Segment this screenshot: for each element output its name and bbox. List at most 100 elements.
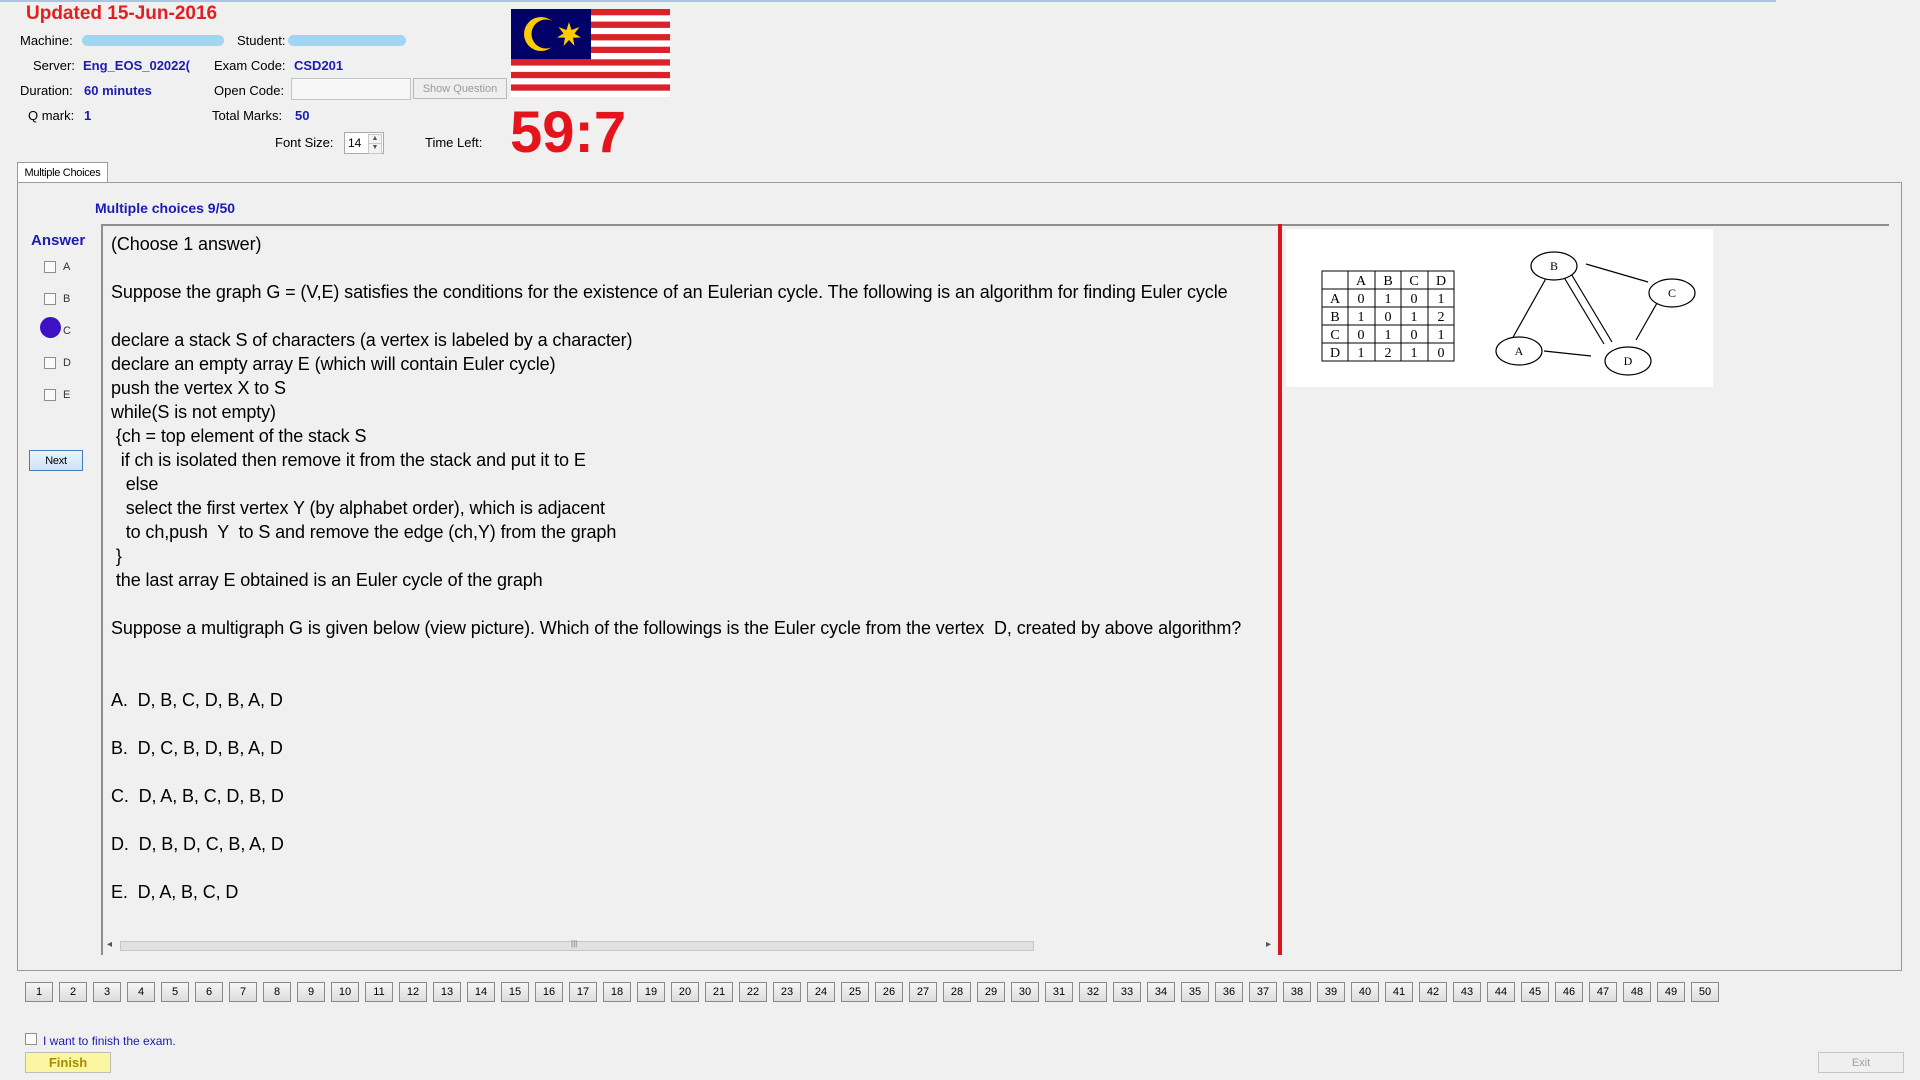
question-nav-button[interactable]: 9 [297, 982, 325, 1002]
question-nav-button[interactable]: 26 [875, 982, 903, 1002]
question-nav-button[interactable]: 17 [569, 982, 597, 1002]
matrix-cell: 0 [1358, 292, 1365, 307]
question-nav-button[interactable]: 18 [603, 982, 631, 1002]
question-nav-button[interactable]: 8 [263, 982, 291, 1002]
question-nav-button[interactable]: 24 [807, 982, 835, 1002]
matrix-col-b: B [1383, 274, 1392, 289]
question-nav-button[interactable]: 42 [1419, 982, 1447, 1002]
question-nav-button[interactable]: 25 [841, 982, 869, 1002]
server-value: Eng_EOS_02022( [83, 58, 190, 73]
question-nav-button[interactable]: 13 [433, 982, 461, 1002]
question-nav-button[interactable]: 31 [1045, 982, 1073, 1002]
open-code-input[interactable] [291, 78, 411, 100]
question-nav-button[interactable]: 7 [229, 982, 257, 1002]
spin-down-icon[interactable]: ▼ [368, 143, 382, 154]
answer-d-label: D [63, 357, 71, 369]
matrix-cell: 1 [1385, 292, 1392, 307]
total-marks-value: 50 [295, 108, 310, 123]
matrix-cell: 1 [1358, 310, 1365, 325]
question-nav-button[interactable]: 28 [943, 982, 971, 1002]
question-nav-button[interactable]: 39 [1317, 982, 1345, 1002]
splitter-bar[interactable] [1278, 224, 1282, 955]
tab-multiple-choices[interactable]: Multiple Choices [17, 162, 108, 183]
next-button[interactable]: Next [29, 450, 83, 471]
question-nav-button[interactable]: 34 [1147, 982, 1175, 1002]
matrix-cell: 2 [1385, 346, 1392, 361]
question-nav-button[interactable]: 3 [93, 982, 121, 1002]
question-nav-button[interactable]: 19 [637, 982, 665, 1002]
question-nav-button[interactable]: 50 [1691, 982, 1719, 1002]
matrix-col-a: A [1356, 274, 1367, 289]
answer-c-checkbox-selected[interactable] [40, 317, 61, 338]
question-nav-button[interactable]: 49 [1657, 982, 1685, 1002]
answer-d-checkbox[interactable] [44, 357, 56, 369]
question-nav-button[interactable]: 10 [331, 982, 359, 1002]
font-size-label: Font Size: [275, 135, 334, 150]
matrix-cell: 1 [1438, 292, 1445, 307]
total-marks-label: Total Marks: [212, 108, 283, 123]
question-nav-button[interactable]: 14 [467, 982, 495, 1002]
matrix-cell: 1 [1438, 328, 1445, 343]
font-size-spinner[interactable]: 14 ▲ ▼ [344, 132, 384, 154]
question-nav-button[interactable]: 1 [25, 982, 53, 1002]
matrix-row-c-label: C [1330, 328, 1339, 343]
question-nav-button[interactable]: 48 [1623, 982, 1651, 1002]
graph-node-b-label: B [1550, 259, 1558, 273]
exam-code-label: Exam Code: [214, 58, 286, 73]
question-nav-button[interactable]: 33 [1113, 982, 1141, 1002]
server-label: Server: [33, 58, 75, 73]
question-nav-button[interactable]: 22 [739, 982, 767, 1002]
question-nav-button[interactable]: 41 [1385, 982, 1413, 1002]
question-nav-button[interactable]: 45 [1521, 982, 1549, 1002]
question-nav-button[interactable]: 16 [535, 982, 563, 1002]
question-nav-button[interactable]: 27 [909, 982, 937, 1002]
scrollbar-thumb[interactable]: ||| [120, 939, 1034, 951]
matrix-cell: 0 [1411, 292, 1418, 307]
question-nav-button[interactable]: 32 [1079, 982, 1107, 1002]
exit-button[interactable]: Exit [1818, 1052, 1904, 1073]
question-nav-button[interactable]: 15 [501, 982, 529, 1002]
question-nav-button[interactable]: 12 [399, 982, 427, 1002]
matrix-cell: 0 [1358, 328, 1365, 343]
question-nav-button[interactable]: 44 [1487, 982, 1515, 1002]
scroll-right-icon[interactable]: ▸ [1266, 939, 1271, 950]
finish-exam-checkbox[interactable] [25, 1033, 37, 1045]
answer-e-label: E [63, 389, 71, 401]
question-nav-button[interactable]: 21 [705, 982, 733, 1002]
answer-a-checkbox[interactable] [44, 261, 56, 273]
question-nav-button[interactable]: 36 [1215, 982, 1243, 1002]
question-nav-button[interactable]: 5 [161, 982, 189, 1002]
question-nav-button[interactable]: 30 [1011, 982, 1039, 1002]
student-label: Student: [237, 33, 286, 48]
scroll-left-icon[interactable]: ◂ [107, 939, 112, 950]
question-nav-button[interactable]: 20 [671, 982, 699, 1002]
question-nav-button[interactable]: 37 [1249, 982, 1277, 1002]
question-nav-button[interactable]: 46 [1555, 982, 1583, 1002]
matrix-cell: 0 [1385, 310, 1392, 325]
question-counter: Multiple choices 9/50 [95, 200, 236, 216]
question-nav-button[interactable]: 4 [127, 982, 155, 1002]
question-nav-button[interactable]: 43 [1453, 982, 1481, 1002]
question-nav-button[interactable]: 38 [1283, 982, 1311, 1002]
matrix-cell: 2 [1438, 310, 1445, 325]
question-nav-button[interactable]: 2 [59, 982, 87, 1002]
graph-node-a-label: A [1515, 344, 1524, 358]
question-nav-button[interactable]: 47 [1589, 982, 1617, 1002]
question-horizontal-scrollbar[interactable]: ◂ ||| ▸ [104, 938, 1274, 954]
question-nav-button[interactable]: 23 [773, 982, 801, 1002]
question-text-area[interactable]: (Choose 1 answer) Suppose the graph G = … [101, 224, 1279, 955]
matrix-cell: 1 [1385, 328, 1392, 343]
question-nav-button[interactable]: 35 [1181, 982, 1209, 1002]
question-nav-button[interactable]: 40 [1351, 982, 1379, 1002]
answer-b-checkbox[interactable] [44, 293, 56, 305]
matrix-col-c: C [1409, 274, 1418, 289]
matrix-cell: 1 [1358, 346, 1365, 361]
answer-e-checkbox[interactable] [44, 389, 56, 401]
finish-button[interactable]: Finish [25, 1052, 111, 1073]
question-nav-button[interactable]: 6 [195, 982, 223, 1002]
matrix-col-d: D [1436, 274, 1446, 289]
show-question-button[interactable]: Show Question [413, 78, 507, 99]
question-nav-button[interactable]: 29 [977, 982, 1005, 1002]
question-nav-button[interactable]: 11 [365, 982, 393, 1002]
window-top-border [0, 0, 1776, 2]
